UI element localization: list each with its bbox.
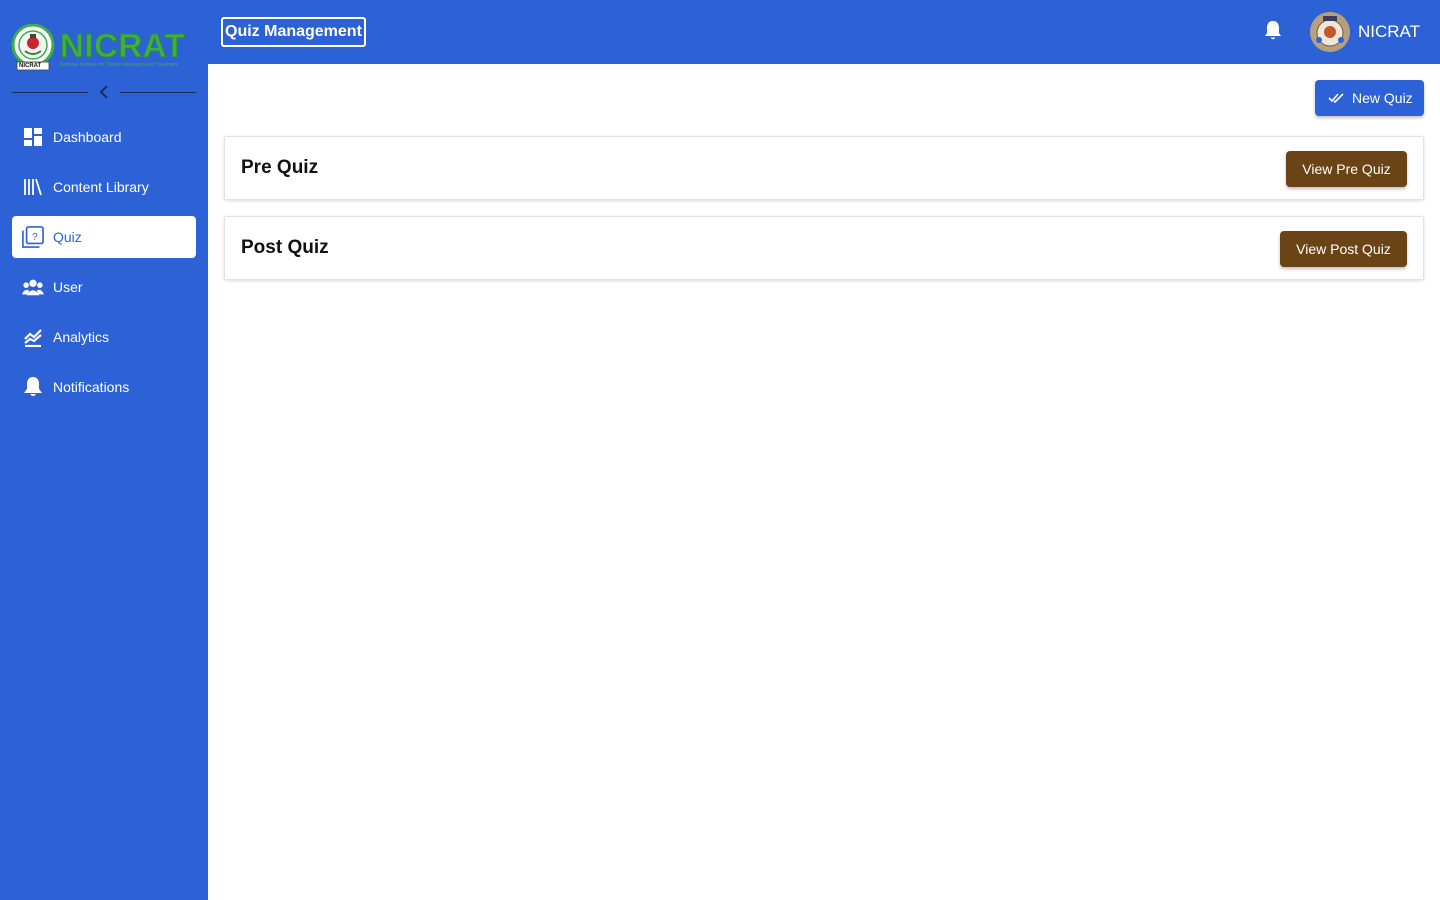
sidebar-item-dashboard[interactable]: Dashboard bbox=[12, 116, 196, 158]
logo-name: NICRAT bbox=[59, 26, 186, 64]
sidebar-item-notifications[interactable]: Notifications bbox=[12, 366, 196, 408]
quiz-title: Pre Quiz bbox=[241, 157, 319, 178]
bell-icon bbox=[22, 376, 44, 398]
sidebar-item-label: Quiz bbox=[53, 229, 82, 245]
sidebar-collapse-row bbox=[12, 80, 196, 104]
post-quiz-card: Post Quiz View Post Quiz bbox=[224, 216, 1424, 280]
svg-text:?: ? bbox=[32, 232, 38, 243]
sidebar-item-label: User bbox=[53, 279, 83, 295]
nicrat-seal-icon: NICRAT bbox=[10, 23, 56, 72]
dashboard-icon bbox=[22, 126, 44, 148]
sidebar-item-label: Dashboard bbox=[53, 129, 122, 145]
chevron-left-icon[interactable] bbox=[94, 82, 114, 102]
top-header: Quiz Management NICRAT bbox=[208, 0, 1440, 64]
logo-wordmark: NICRAT National Institute for Cancer Res… bbox=[59, 26, 186, 68]
sidebar-item-user[interactable]: User bbox=[12, 266, 196, 308]
seal-caption: NICRAT bbox=[19, 63, 42, 69]
sidebar-item-content-library[interactable]: Content Library bbox=[12, 166, 196, 208]
bell-icon[interactable] bbox=[1262, 20, 1284, 42]
new-quiz-label: New Quiz bbox=[1352, 90, 1413, 106]
sidebar-item-label: Notifications bbox=[53, 379, 130, 395]
sidebar-nav: Dashboard Content Library ? Quiz User An… bbox=[12, 116, 196, 416]
nicrat-logo[interactable]: NICRAT NICRAT National Institute for Can… bbox=[10, 22, 198, 74]
quiz-icon: ? bbox=[22, 226, 44, 248]
library-icon bbox=[22, 176, 44, 198]
view-post-quiz-button[interactable]: View Post Quiz bbox=[1280, 231, 1407, 267]
sidebar-item-label: Analytics bbox=[53, 329, 110, 345]
pre-quiz-card: Pre Quiz View Pre Quiz bbox=[224, 136, 1424, 200]
avatar[interactable] bbox=[1310, 12, 1350, 52]
logo-tagline: National Institute for Cancer Research a… bbox=[60, 61, 179, 68]
quiz-title: Post Quiz bbox=[241, 237, 329, 258]
users-icon bbox=[22, 276, 44, 298]
divider bbox=[12, 92, 88, 93]
sidebar-item-label: Content Library bbox=[53, 179, 149, 195]
user-name[interactable]: NICRAT bbox=[1358, 22, 1420, 42]
analytics-icon bbox=[22, 326, 44, 348]
sidebar-item-analytics[interactable]: Analytics bbox=[12, 316, 196, 358]
app-root: NICRAT NICRAT National Institute for Can… bbox=[0, 0, 1440, 900]
divider bbox=[120, 92, 196, 93]
sidebar-item-quiz[interactable]: ? Quiz bbox=[12, 216, 196, 258]
sidebar: NICRAT NICRAT National Institute for Can… bbox=[0, 0, 208, 900]
view-pre-quiz-button[interactable]: View Pre Quiz bbox=[1286, 151, 1407, 187]
double-check-icon bbox=[1328, 92, 1344, 104]
new-quiz-button[interactable]: New Quiz bbox=[1315, 80, 1424, 116]
page-title: Quiz Management bbox=[221, 17, 366, 47]
